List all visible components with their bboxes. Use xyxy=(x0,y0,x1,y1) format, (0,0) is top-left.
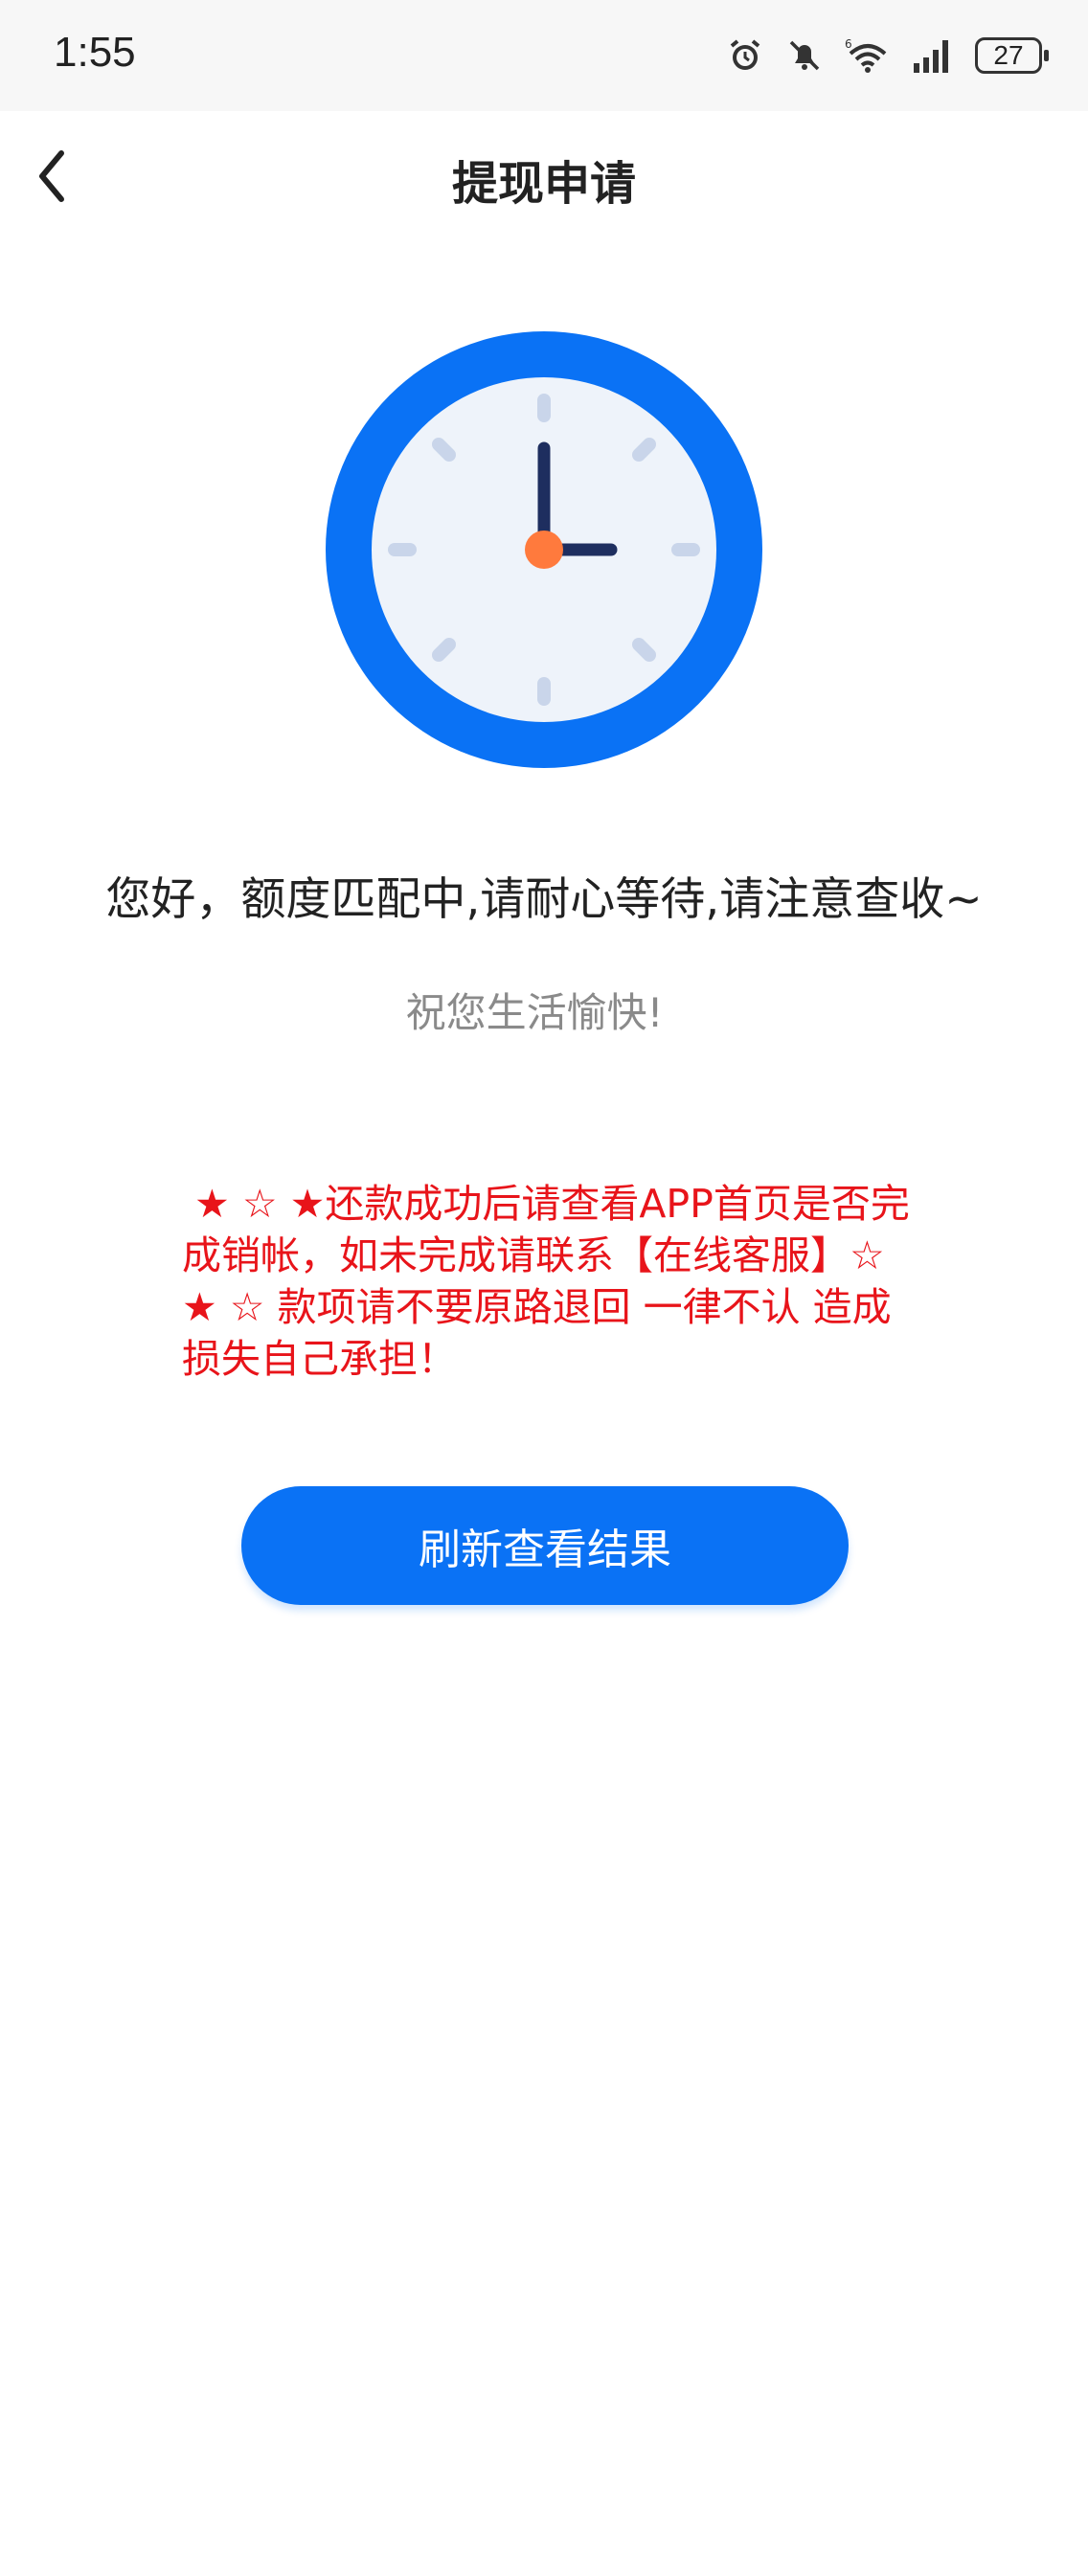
refresh-result-button[interactable]: 刷新查看结果 xyxy=(241,1486,849,1605)
warning-notice: ★ ☆ ★还款成功后请查看APP首页是否完成销帐，如未完成请联系【在线客服】☆ … xyxy=(182,1181,910,1382)
battery-icon: 27 xyxy=(975,37,1049,74)
wifi-icon: 6 xyxy=(845,36,891,75)
status-bar: 1:55 6 27 xyxy=(0,0,1088,111)
status-time: 1:55 xyxy=(54,29,136,76)
signal-icon xyxy=(912,36,954,75)
status-icons: 6 27 xyxy=(726,33,1049,79)
nav-bar: 提现申请 xyxy=(0,111,1088,245)
alarm-icon xyxy=(726,36,764,75)
greeting-message: 祝您生活愉快! xyxy=(405,989,664,1036)
svg-text:6: 6 xyxy=(845,37,852,51)
page-title: 提现申请 xyxy=(451,157,636,211)
silent-icon xyxy=(785,36,824,75)
clock-icon xyxy=(326,331,762,768)
battery-level: 27 xyxy=(993,40,1024,70)
status-message: 您好，额度匹配中,请耐心等待,请注意查收~ xyxy=(105,873,983,926)
